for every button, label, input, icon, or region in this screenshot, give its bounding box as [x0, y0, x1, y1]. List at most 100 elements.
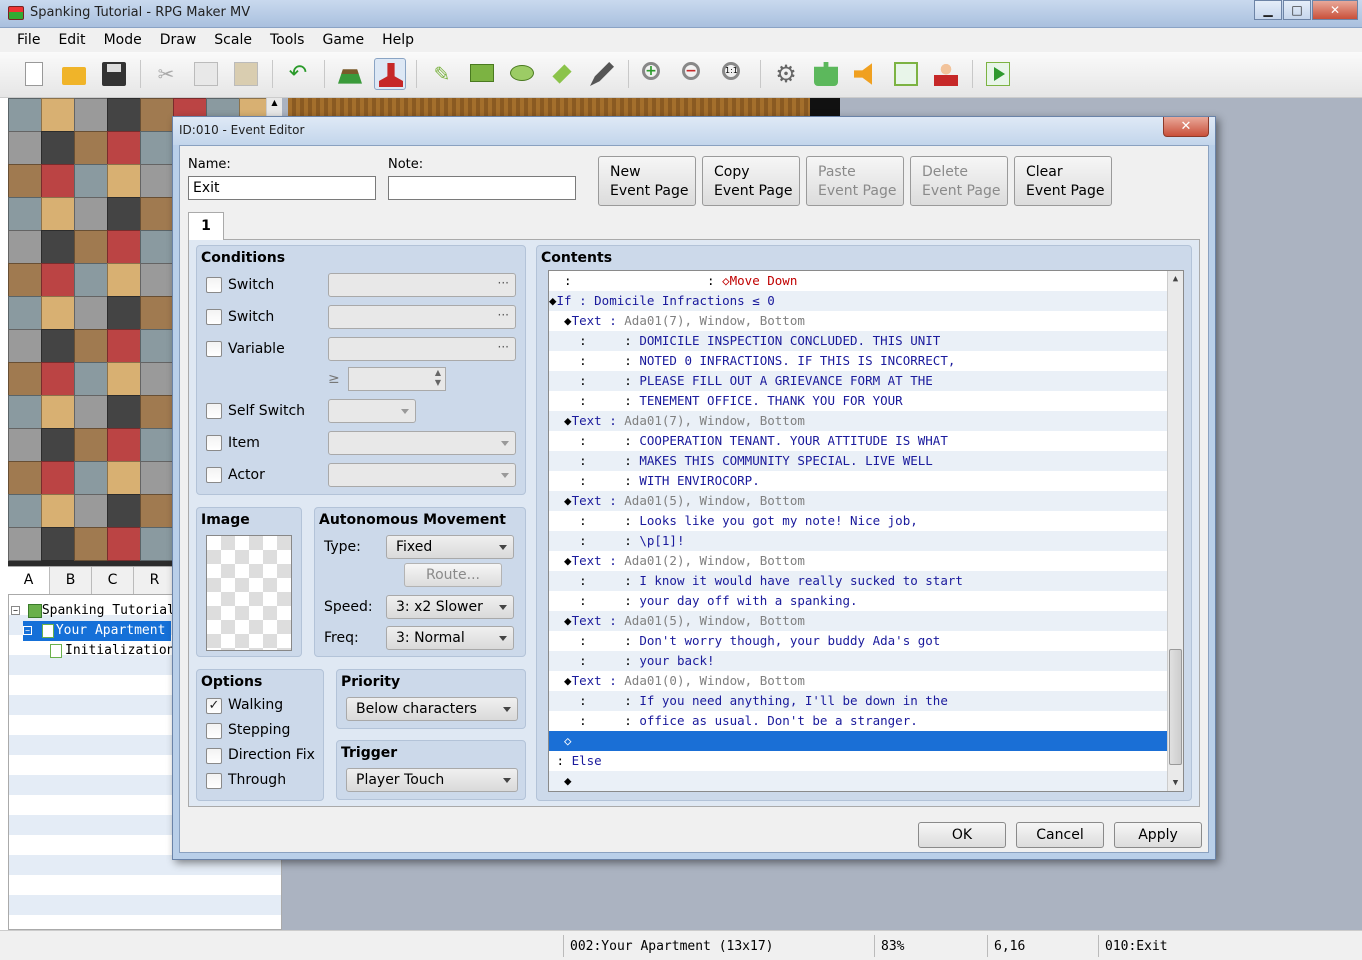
tile[interactable]: [140, 263, 174, 297]
tile[interactable]: [107, 197, 141, 231]
apply-button[interactable]: Apply: [1114, 822, 1202, 848]
character-generator-icon[interactable]: [930, 58, 962, 90]
rectangle-icon[interactable]: [466, 58, 498, 90]
contents-row[interactable]: ◆Text : Ada01(7), Window, Bottom: [549, 411, 1169, 431]
tile[interactable]: [107, 263, 141, 297]
tile[interactable]: [107, 395, 141, 429]
contents-row[interactable]: ◆Text : Ada01(0), Window, Bottom: [549, 671, 1169, 691]
contents-row[interactable]: : : DOMICILE INSPECTION CONCLUDED. THIS …: [549, 331, 1169, 351]
tile[interactable]: [107, 230, 141, 264]
tile[interactable]: [8, 197, 42, 231]
minimize-button[interactable]: ▁: [1254, 0, 1282, 20]
menu-tools[interactable]: Tools: [261, 28, 314, 52]
tile[interactable]: [107, 131, 141, 165]
tile[interactable]: [140, 197, 174, 231]
cut-icon[interactable]: ✂: [150, 58, 182, 90]
menu-edit[interactable]: Edit: [49, 28, 94, 52]
item-select[interactable]: [328, 431, 516, 455]
actor-checkbox[interactable]: [206, 467, 222, 483]
tileset-tab-b[interactable]: B: [50, 567, 92, 594]
self-switch-select[interactable]: [328, 399, 416, 423]
contents-row[interactable]: : : If you need anything, I'll be down i…: [549, 691, 1169, 711]
tile[interactable]: [140, 527, 174, 561]
tile[interactable]: [107, 461, 141, 495]
through-checkbox[interactable]: [206, 773, 222, 789]
tile[interactable]: [107, 296, 141, 330]
tile[interactable]: [74, 461, 108, 495]
shadow-pen-icon[interactable]: [586, 58, 618, 90]
zoom-in-icon[interactable]: +: [638, 58, 670, 90]
priority-select[interactable]: Below characters: [346, 697, 518, 721]
tile[interactable]: [41, 230, 75, 264]
tile[interactable]: [8, 395, 42, 429]
name-field[interactable]: Exit: [188, 176, 376, 200]
collapse-icon[interactable]: −: [23, 626, 32, 635]
event-searcher-icon[interactable]: [890, 58, 922, 90]
variable-select[interactable]: ···: [328, 337, 516, 361]
contents-row[interactable]: : : Don't worry though, your buddy Ada's…: [549, 631, 1169, 651]
tileset-tab-r[interactable]: R: [134, 567, 176, 594]
collapse-icon[interactable]: −: [11, 606, 20, 615]
tile[interactable]: [74, 164, 108, 198]
contents-row[interactable]: : : your back!: [549, 651, 1169, 671]
tile[interactable]: [74, 296, 108, 330]
plugin-manager-icon[interactable]: [810, 58, 842, 90]
tile[interactable]: [74, 98, 108, 132]
tile[interactable]: [8, 230, 42, 264]
event-image-preview[interactable]: [206, 535, 292, 651]
tile[interactable]: [107, 362, 141, 396]
tile[interactable]: [107, 329, 141, 363]
tile[interactable]: [41, 263, 75, 297]
menu-draw[interactable]: Draw: [151, 28, 206, 52]
variable-checkbox[interactable]: [206, 341, 222, 357]
menu-help[interactable]: Help: [373, 28, 423, 52]
contents-row[interactable]: ◆: [549, 771, 1169, 791]
maximize-button[interactable]: □: [1283, 0, 1311, 20]
tile[interactable]: [140, 461, 174, 495]
contents-row[interactable]: : : \p[1]!: [549, 531, 1169, 551]
scroll-thumb[interactable]: [1169, 649, 1182, 765]
contents-list[interactable]: : : ◇Move Down ◆If : Domicile Infractions…: [548, 270, 1184, 792]
tile[interactable]: [140, 494, 174, 528]
undo-icon[interactable]: ↶: [282, 58, 314, 90]
trigger-select[interactable]: Player Touch: [346, 768, 518, 792]
playtest-icon[interactable]: [982, 58, 1014, 90]
switch2-select[interactable]: ···: [328, 305, 516, 329]
tile[interactable]: [8, 296, 42, 330]
note-field[interactable]: [388, 176, 576, 200]
contents-row[interactable]: : : I know it would have really sucked t…: [549, 571, 1169, 591]
tile[interactable]: [107, 494, 141, 528]
ellipse-icon[interactable]: [506, 58, 538, 90]
contents-row[interactable]: : : your day off with a spanking.: [549, 591, 1169, 611]
tile[interactable]: [74, 263, 108, 297]
new-event-page-button[interactable]: New Event Page: [598, 156, 696, 206]
event-mode-icon[interactable]: [374, 58, 406, 90]
tile[interactable]: [8, 362, 42, 396]
tile[interactable]: [107, 98, 141, 132]
tile[interactable]: [74, 527, 108, 561]
switch1-select[interactable]: ···: [328, 273, 516, 297]
pencil-icon[interactable]: ✎: [426, 58, 458, 90]
map-mode-icon[interactable]: [334, 58, 366, 90]
contents-scrollbar[interactable]: ▲ ▼: [1167, 271, 1183, 791]
tile[interactable]: [140, 296, 174, 330]
fill-icon[interactable]: [546, 58, 578, 90]
tile[interactable]: [8, 527, 42, 561]
menu-game[interactable]: Game: [313, 28, 373, 52]
route-button[interactable]: Route...: [404, 563, 502, 587]
tile[interactable]: [74, 131, 108, 165]
contents-row[interactable]: ◆Text : Ada01(5), Window, Bottom: [549, 491, 1169, 511]
contents-row-selected[interactable]: ◇: [549, 731, 1169, 751]
tile[interactable]: [41, 461, 75, 495]
contents-row[interactable]: ◆If : Domicile Infractions ≤ 0: [549, 291, 1169, 311]
contents-row[interactable]: : Else: [549, 751, 1169, 771]
paste-icon[interactable]: [230, 58, 262, 90]
tile[interactable]: [140, 164, 174, 198]
tile[interactable]: [74, 395, 108, 429]
tile[interactable]: [74, 362, 108, 396]
contents-row[interactable]: ◆Text : Ada01(5), Window, Bottom: [549, 611, 1169, 631]
frequency-select[interactable]: 3: Normal: [386, 626, 514, 650]
tab-page-1[interactable]: 1: [188, 212, 224, 240]
contents-row[interactable]: ◆Text : Ada01(2), Window, Bottom: [549, 551, 1169, 571]
open-project-icon[interactable]: [58, 58, 90, 90]
